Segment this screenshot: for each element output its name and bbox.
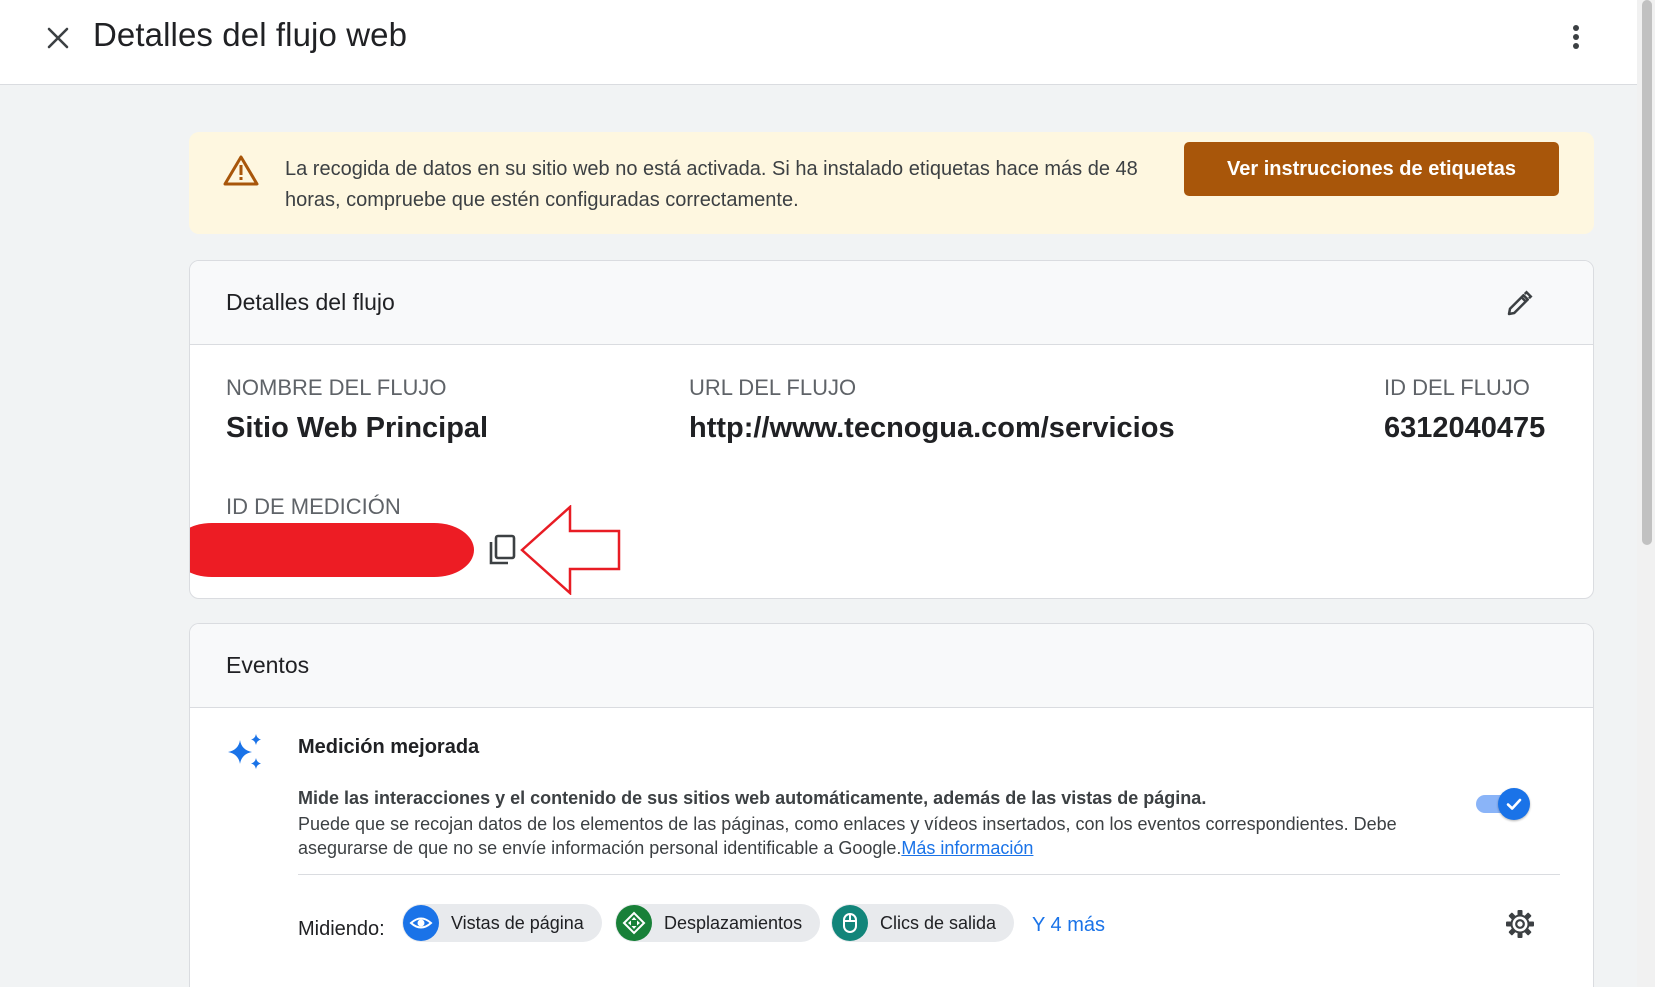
enhanced-measurement-summary: Mide las interacciones y el contenido de… bbox=[298, 788, 1207, 808]
eye-icon bbox=[403, 905, 439, 941]
chip-page-views[interactable]: Vistas de página bbox=[402, 904, 602, 942]
stream-name-value: Sitio Web Principal bbox=[226, 412, 489, 444]
close-button[interactable] bbox=[38, 18, 78, 58]
warning-message: La recogida de datos en su sitio web no … bbox=[285, 158, 1138, 211]
chip-label: Vistas de página bbox=[451, 912, 584, 933]
enhanced-measurement-toggle[interactable] bbox=[1474, 786, 1530, 822]
more-options-button[interactable] bbox=[1556, 17, 1596, 57]
chip-label: Desplazamientos bbox=[664, 912, 803, 933]
events-header: Eventos bbox=[190, 624, 1593, 708]
enhanced-measurement-title: Medición mejorada bbox=[298, 736, 480, 758]
stream-url-value: http://www.tecnogua.com/servicios bbox=[689, 412, 1175, 444]
chip-outbound-clicks[interactable]: Clics de salida bbox=[831, 904, 1015, 942]
events-title: Eventos bbox=[226, 652, 310, 678]
settings-button[interactable] bbox=[1500, 904, 1540, 944]
toggle-knob bbox=[1498, 788, 1530, 820]
enhanced-measurement-detail: Puede que se recojan datos de los elemen… bbox=[298, 814, 1397, 858]
mouse-icon bbox=[832, 905, 868, 941]
close-icon bbox=[47, 27, 69, 49]
scrollbar-thumb[interactable] bbox=[1642, 0, 1652, 545]
stream-details-header: Detalles del flujo bbox=[190, 261, 1593, 345]
stream-details-title: Detalles del flujo bbox=[226, 289, 395, 315]
enhanced-measurement-description: Puede que se recojan datos de los elemen… bbox=[298, 812, 1453, 860]
sparkle-icon bbox=[226, 732, 266, 777]
stream-id-value: 6312040475 bbox=[1384, 412, 1546, 444]
chip-label: Clics de salida bbox=[880, 912, 997, 933]
scroll-icon bbox=[616, 905, 652, 941]
measuring-label: Midiendo: bbox=[298, 918, 385, 940]
warning-banner: La recogida de datos en su sitio web no … bbox=[189, 132, 1594, 234]
warning-icon bbox=[223, 154, 259, 191]
stream-details-card: Detalles del flujo NOMBRE DEL FLUJO Siti… bbox=[189, 260, 1594, 599]
redacted-measurement-id bbox=[190, 523, 474, 577]
stream-name-label: NOMBRE DEL FLUJO bbox=[226, 375, 447, 400]
more-vert-icon bbox=[1573, 25, 1579, 49]
copy-icon bbox=[489, 534, 516, 565]
chip-scrolls[interactable]: Desplazamientos bbox=[615, 904, 821, 942]
section-divider bbox=[298, 874, 1560, 875]
check-icon bbox=[1506, 798, 1522, 810]
stream-id-label: ID DEL FLUJO bbox=[1384, 375, 1530, 400]
edit-button[interactable] bbox=[1500, 285, 1538, 323]
copy-button[interactable] bbox=[482, 529, 522, 571]
page-title: Detalles del flujo web bbox=[93, 16, 408, 53]
stream-url-label: URL DEL FLUJO bbox=[689, 375, 857, 400]
pencil-icon bbox=[1507, 290, 1533, 316]
events-card: Eventos Medición mejorada Mide las inter… bbox=[189, 623, 1594, 987]
red-arrow-annotation bbox=[520, 505, 621, 595]
top-bar: Detalles del flujo web bbox=[0, 0, 1637, 85]
view-tag-instructions-button[interactable]: Ver instrucciones de etiquetas bbox=[1184, 142, 1559, 196]
learn-more-link[interactable]: Más información bbox=[901, 838, 1033, 858]
measurement-id-label: ID DE MEDICIÓN bbox=[226, 494, 401, 519]
gear-icon bbox=[1506, 910, 1534, 938]
more-events-link[interactable]: Y 4 más bbox=[1032, 914, 1105, 937]
